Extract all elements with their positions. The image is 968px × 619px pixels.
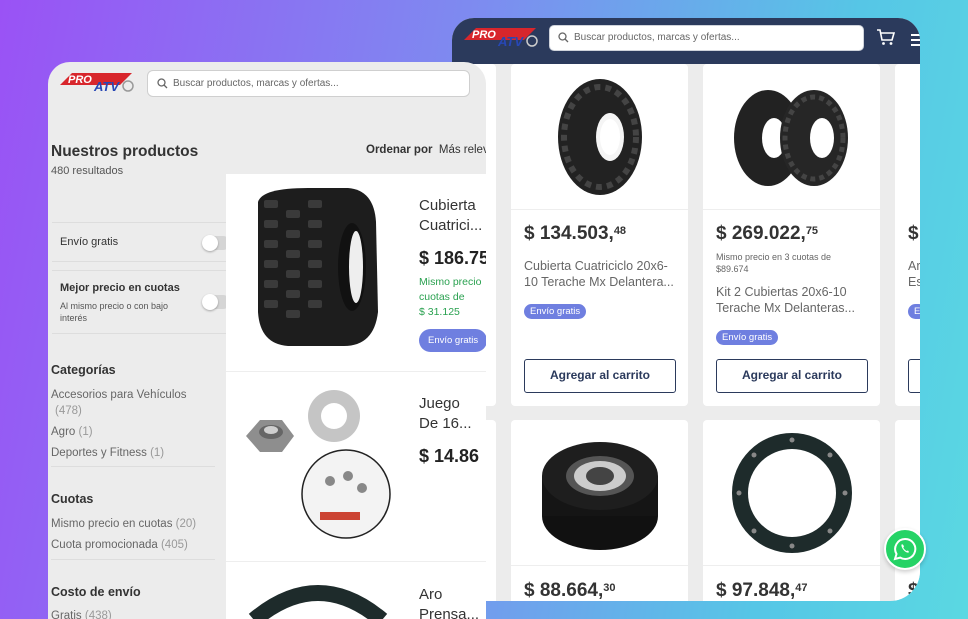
product-title-line[interactable]: Prensa... bbox=[419, 605, 486, 619]
list-item[interactable]: Cubierta Cuatrici... $ 186.75 Mismo prec… bbox=[226, 174, 486, 372]
filter-description: Al mismo precio o con bajo interés bbox=[60, 301, 169, 323]
search-input[interactable]: Buscar productos, marcas y ofertas... bbox=[549, 25, 864, 51]
search-icon bbox=[157, 78, 168, 89]
cuotas-link[interactable]: Cuota promocionada (405) bbox=[51, 539, 188, 551]
svg-text:ATV: ATV bbox=[497, 34, 524, 48]
product-price: $ 97.848,47 bbox=[716, 580, 808, 601]
product-title-line[interactable]: Cubierta bbox=[419, 196, 486, 216]
list-item[interactable]: Aro Prensa... bbox=[226, 562, 486, 619]
product-image[interactable] bbox=[248, 182, 388, 357]
categories-title: Categorías bbox=[51, 363, 116, 377]
product-title-line[interactable]: De 16... bbox=[419, 414, 486, 434]
sort-value: Más relev bbox=[438, 144, 486, 156]
cuotas-title: Cuotas bbox=[51, 492, 94, 506]
product-image[interactable] bbox=[703, 420, 880, 565]
product-price: $ 186.75 bbox=[419, 248, 486, 268]
whatsapp-icon bbox=[893, 537, 917, 561]
product-price: $ 88.664,30 bbox=[524, 580, 616, 601]
sort-dropdown[interactable]: Ordenar por Más relev bbox=[366, 144, 486, 156]
free-shipping-badge: E bbox=[908, 304, 920, 319]
search-placeholder: Buscar productos, marcas y ofertas... bbox=[173, 78, 339, 89]
installment-amount: $ 31.125 bbox=[419, 306, 460, 318]
product-price: $ bbox=[908, 223, 919, 244]
page-title: Nuestros productos bbox=[51, 143, 199, 160]
store-header: PRO ATV Buscar productos, marcas y ofert… bbox=[48, 62, 486, 108]
product-title-line[interactable]: Juego bbox=[419, 394, 486, 414]
installment-text: Mismo precio en 3 cuotas de $89.674 bbox=[716, 252, 832, 274]
product-price: $ 14.86 bbox=[419, 446, 480, 466]
category-link[interactable]: Accesorios para Vehículos bbox=[51, 389, 187, 401]
shipping-cost-title: Costo de envío bbox=[51, 585, 141, 599]
product-card[interactable]: $ 134.503,48 Cubierta Cuatriciclo 20x6-1… bbox=[511, 64, 688, 406]
filter-label: Envío gratis bbox=[60, 236, 119, 248]
free-shipping-badge: Envío gratis bbox=[419, 329, 486, 352]
front-browser-window: PRO ATV Buscar productos, marcas y ofert… bbox=[48, 62, 486, 619]
product-image[interactable] bbox=[248, 580, 388, 619]
whatsapp-button[interactable] bbox=[884, 528, 926, 570]
free-shipping-badge: Envío gratis bbox=[716, 330, 779, 345]
shipping-link[interactable]: Gratis (438) bbox=[51, 610, 112, 619]
search-input[interactable]: Buscar productos, marcas y ofertas... bbox=[147, 70, 470, 97]
category-count: (478) bbox=[55, 405, 82, 417]
proatv-logo[interactable]: PRO ATV bbox=[58, 71, 138, 98]
svg-text:ATV: ATV bbox=[93, 79, 120, 93]
product-title-line[interactable]: Cuatrici... bbox=[419, 216, 486, 236]
svg-text:PRO: PRO bbox=[472, 29, 496, 41]
category-link[interactable]: Agro (1) bbox=[51, 426, 93, 438]
divider bbox=[51, 466, 215, 467]
installment-line: cuotas de bbox=[419, 291, 465, 303]
list-item[interactable]: Juego De 16... $ 14.86 bbox=[226, 372, 486, 562]
add-to-cart-button[interactable]: Agregar al carrito bbox=[524, 359, 676, 393]
proatv-logo[interactable]: PRO ATV bbox=[462, 26, 542, 53]
product-image[interactable] bbox=[511, 64, 688, 209]
product-title[interactable]: Kit 2 Cubiertas 20x6-10 Terache Mx Delan… bbox=[716, 284, 871, 316]
product-image[interactable] bbox=[703, 64, 880, 209]
product-price: $ bbox=[908, 580, 919, 601]
product-card[interactable]: $ 269.022,75 Mismo precio en 3 cuotas de… bbox=[703, 64, 880, 406]
search-icon bbox=[558, 32, 569, 43]
product-title[interactable]: Ar Es bbox=[908, 258, 920, 290]
product-price: $ 269.022,75 bbox=[716, 223, 819, 244]
cart-icon[interactable] bbox=[876, 28, 896, 46]
svg-text:PRO: PRO bbox=[68, 74, 92, 86]
free-shipping-filter[interactable]: Envío gratis bbox=[52, 222, 230, 262]
installment-line: Mismo precio bbox=[419, 276, 482, 288]
product-card[interactable]: $ 88.664,30 bbox=[511, 420, 688, 601]
cuotas-link[interactable]: Mismo precio en cuotas (20) bbox=[51, 518, 196, 530]
free-shipping-badge: Envío gratis bbox=[524, 304, 587, 319]
product-title[interactable]: Cubierta Cuatriciclo 20x6-10 Terache Mx … bbox=[524, 258, 679, 290]
category-link[interactable]: Deportes y Fitness (1) bbox=[51, 447, 164, 459]
product-card[interactable]: $ bbox=[895, 420, 920, 601]
product-image[interactable] bbox=[240, 386, 396, 551]
product-card[interactable]: $ 97.848,47 bbox=[703, 420, 880, 601]
product-price: $ 134.503,48 bbox=[524, 223, 627, 244]
sort-label: Ordenar por bbox=[366, 144, 433, 156]
divider bbox=[51, 559, 215, 560]
product-card[interactable]: $ Ar Es E bbox=[895, 64, 920, 406]
results-count: 480 resultados bbox=[51, 165, 124, 177]
product-list: Cubierta Cuatrici... $ 186.75 Mismo prec… bbox=[226, 174, 486, 619]
filter-label: Mejor precio en cuotas bbox=[60, 282, 180, 294]
search-placeholder: Buscar productos, marcas y ofertas... bbox=[574, 32, 740, 43]
product-image[interactable] bbox=[511, 420, 688, 565]
product-title-line[interactable]: Aro bbox=[419, 585, 486, 605]
add-to-cart-button[interactable] bbox=[908, 359, 920, 393]
add-to-cart-button[interactable]: Agregar al carrito bbox=[716, 359, 868, 393]
back-browser-window: PRO ATV Buscar productos, marcas y ofert… bbox=[452, 18, 920, 601]
menu-icon[interactable] bbox=[911, 34, 920, 49]
best-price-filter[interactable]: Mejor precio en cuotas Al mismo precio o… bbox=[52, 270, 230, 334]
store-header: PRO ATV Buscar productos, marcas y ofert… bbox=[452, 18, 920, 64]
